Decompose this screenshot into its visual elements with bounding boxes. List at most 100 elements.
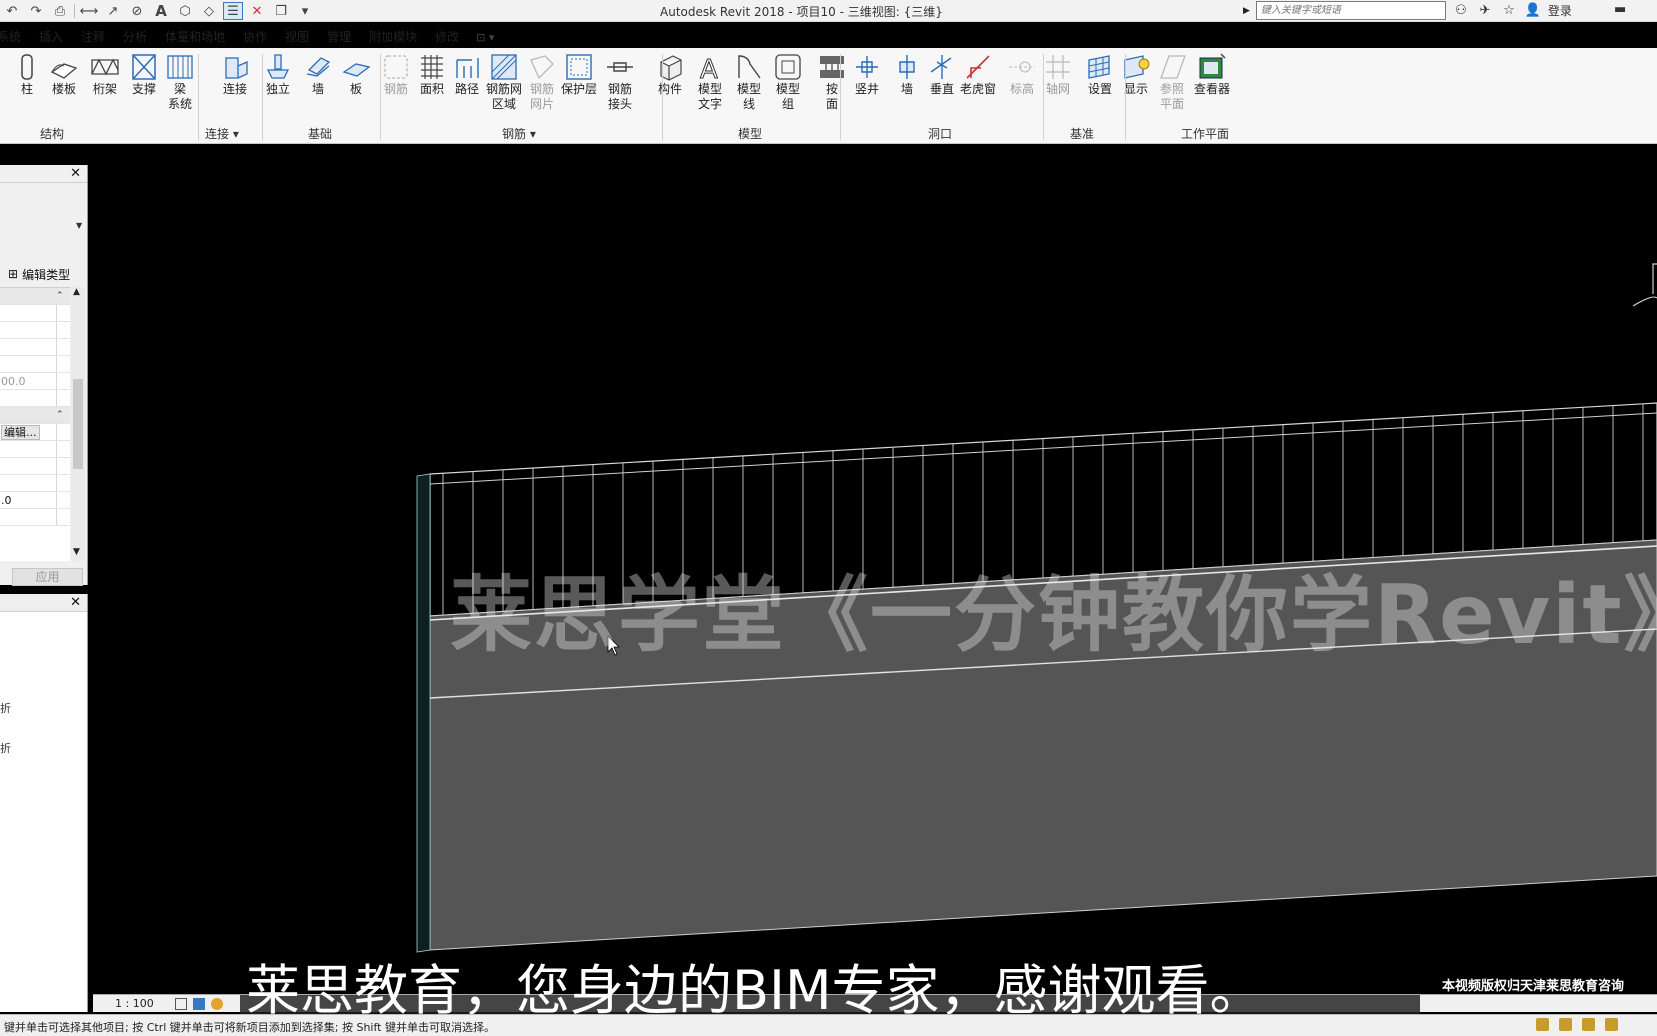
- ribbon-button-floor[interactable]: 楼板: [42, 52, 86, 97]
- ribbon-button-model-text[interactable]: A 模型 文字: [688, 52, 732, 112]
- view-scale[interactable]: 1 : 100: [115, 997, 154, 1010]
- property-row[interactable]: [0, 390, 70, 407]
- type-selector-dropdown-icon[interactable]: ▼: [76, 221, 82, 230]
- 3d-view-icon[interactable]: ⬡: [175, 2, 195, 20]
- tab-annotate[interactable]: 注释: [72, 26, 114, 48]
- property-row[interactable]: [0, 356, 70, 373]
- close-icon[interactable]: ✕: [70, 595, 81, 610]
- scroll-up-icon[interactable]: ▲: [73, 287, 80, 297]
- ribbon-button-slab[interactable]: 板: [334, 52, 378, 97]
- status-icons: [1536, 1018, 1618, 1031]
- tab-modify[interactable]: 修改: [426, 26, 468, 48]
- ribbon-button-component[interactable]: 构件: [648, 52, 692, 97]
- ref-plane-icon: [1157, 52, 1187, 82]
- property-row-edit[interactable]: 编辑...: [0, 424, 70, 441]
- filter-icon[interactable]: [1536, 1018, 1549, 1031]
- property-row[interactable]: [0, 305, 70, 322]
- text-icon[interactable]: A: [151, 2, 171, 20]
- ribbon-button-cover[interactable]: 保护层: [557, 52, 601, 97]
- tab-analyze[interactable]: 分析: [114, 26, 156, 48]
- binoculars-icon[interactable]: ⚇: [1452, 2, 1470, 20]
- edit-button[interactable]: 编辑...: [1, 425, 40, 440]
- visual-style-icon[interactable]: [193, 998, 205, 1010]
- property-row[interactable]: [0, 458, 70, 475]
- svg-text:A: A: [700, 55, 718, 82]
- ribbon-button-model-line[interactable]: 模型 线: [727, 52, 771, 112]
- thin-lines-icon[interactable]: ☰: [223, 2, 243, 20]
- property-row[interactable]: [0, 441, 70, 458]
- fabric-area-icon: [489, 52, 519, 82]
- minimize-button[interactable]: ▬: [1614, 2, 1626, 17]
- property-row-value[interactable]: .0: [0, 492, 70, 509]
- property-row[interactable]: [0, 339, 70, 356]
- ribbon-button-connection[interactable]: 连接: [213, 52, 257, 97]
- scroll-down-icon[interactable]: ▼: [73, 547, 80, 557]
- panel-title-connection[interactable]: 连接 ▾: [205, 125, 239, 142]
- redo-icon[interactable]: ↷: [26, 2, 46, 20]
- switch-windows-icon[interactable]: ❐: [271, 2, 291, 20]
- ribbon-button-truss[interactable]: 桁架: [83, 52, 127, 97]
- measure-icon[interactable]: ⟷: [79, 2, 99, 20]
- undo-icon[interactable]: ↶: [2, 2, 22, 20]
- browser-item[interactable]: 折: [0, 700, 11, 716]
- search-input[interactable]: [1255, 1, 1446, 20]
- ribbon-minimize-toggle[interactable]: ⊡ ▾: [468, 31, 502, 44]
- ribbon-button-ref-plane[interactable]: 参照 平面: [1150, 52, 1194, 112]
- ribbon-button-dormer[interactable]: 老虎窗: [956, 52, 1000, 97]
- dimension-icon[interactable]: ↗: [103, 2, 123, 20]
- ribbon-button-viewer[interactable]: 查看器: [1190, 52, 1234, 97]
- tab-insert[interactable]: 插入: [30, 26, 72, 48]
- detail-level-icon[interactable]: [175, 998, 187, 1010]
- tab-massing-site[interactable]: 体量和场地: [156, 26, 234, 48]
- edit-type-button[interactable]: ⊞ 编辑类型: [0, 264, 86, 284]
- tab-manage[interactable]: 管理: [318, 26, 360, 48]
- close-icon[interactable]: ✕: [70, 166, 81, 181]
- expand-search-icon[interactable]: ▶: [1243, 6, 1250, 16]
- sun-path-icon[interactable]: [211, 998, 223, 1010]
- property-row[interactable]: [0, 509, 70, 526]
- close-hidden-icon[interactable]: ✕: [247, 2, 267, 20]
- properties-scrollbar[interactable]: ▲ ▼: [71, 287, 85, 561]
- column-divider: [56, 492, 57, 508]
- customize-qat-icon[interactable]: ▾: [295, 2, 315, 20]
- scroll-thumb[interactable]: [73, 379, 83, 469]
- tab-view[interactable]: 视图: [276, 26, 318, 48]
- component-icon: [655, 52, 685, 82]
- user-icon[interactable]: 👤: [1524, 2, 1542, 20]
- property-row[interactable]: [0, 322, 70, 339]
- panel-title-reinforcement[interactable]: 钢筋 ▾: [502, 125, 536, 142]
- column-divider: [56, 390, 57, 406]
- select-links-icon[interactable]: [1559, 1018, 1572, 1031]
- wall-opening-icon: [892, 52, 922, 82]
- section-icon[interactable]: ◇: [199, 2, 219, 20]
- tag-icon[interactable]: ⊘: [127, 2, 147, 20]
- tab-addins[interactable]: 附加模块: [360, 26, 426, 48]
- tab-collaborate[interactable]: 协作: [234, 26, 276, 48]
- subscription-icon[interactable]: ✈: [1476, 2, 1494, 20]
- favorites-star-icon[interactable]: ☆: [1500, 2, 1518, 20]
- ribbon-button-shaft[interactable]: 竖井: [845, 52, 889, 97]
- wall-end-strip: [416, 473, 431, 953]
- workplane-set-icon: [1085, 52, 1115, 82]
- print-icon[interactable]: ⎙: [50, 2, 70, 20]
- ribbon-button-beam-system[interactable]: 梁 系统: [158, 52, 202, 112]
- ribbon-button-model-group[interactable]: 模型 组: [766, 52, 810, 112]
- vertical-opening-icon: [927, 52, 957, 82]
- collapse-icon[interactable]: ⌃: [56, 407, 64, 424]
- select-pinned-icon[interactable]: [1582, 1018, 1595, 1031]
- connection-icon: [220, 52, 250, 82]
- property-row[interactable]: [0, 475, 70, 492]
- tab-systems[interactable]: 系统: [0, 26, 30, 48]
- property-row-value[interactable]: 00.0: [0, 373, 70, 390]
- collapse-icon[interactable]: ⌃: [56, 288, 64, 305]
- property-group-header[interactable]: ⌃: [0, 407, 70, 424]
- property-group-header[interactable]: ⌃: [0, 288, 70, 305]
- ribbon-button-coupler[interactable]: 钢筋 接头: [598, 52, 642, 112]
- login-link[interactable]: 登录: [1548, 2, 1572, 19]
- select-by-face-icon[interactable]: [1605, 1018, 1618, 1031]
- apply-button[interactable]: 应用: [12, 568, 83, 586]
- browser-item[interactable]: 折: [0, 740, 11, 756]
- panel-divider: [1043, 54, 1044, 140]
- panel-title-model: 模型: [738, 127, 763, 141]
- ribbon-button-label: 参照 平面: [1159, 82, 1184, 111]
